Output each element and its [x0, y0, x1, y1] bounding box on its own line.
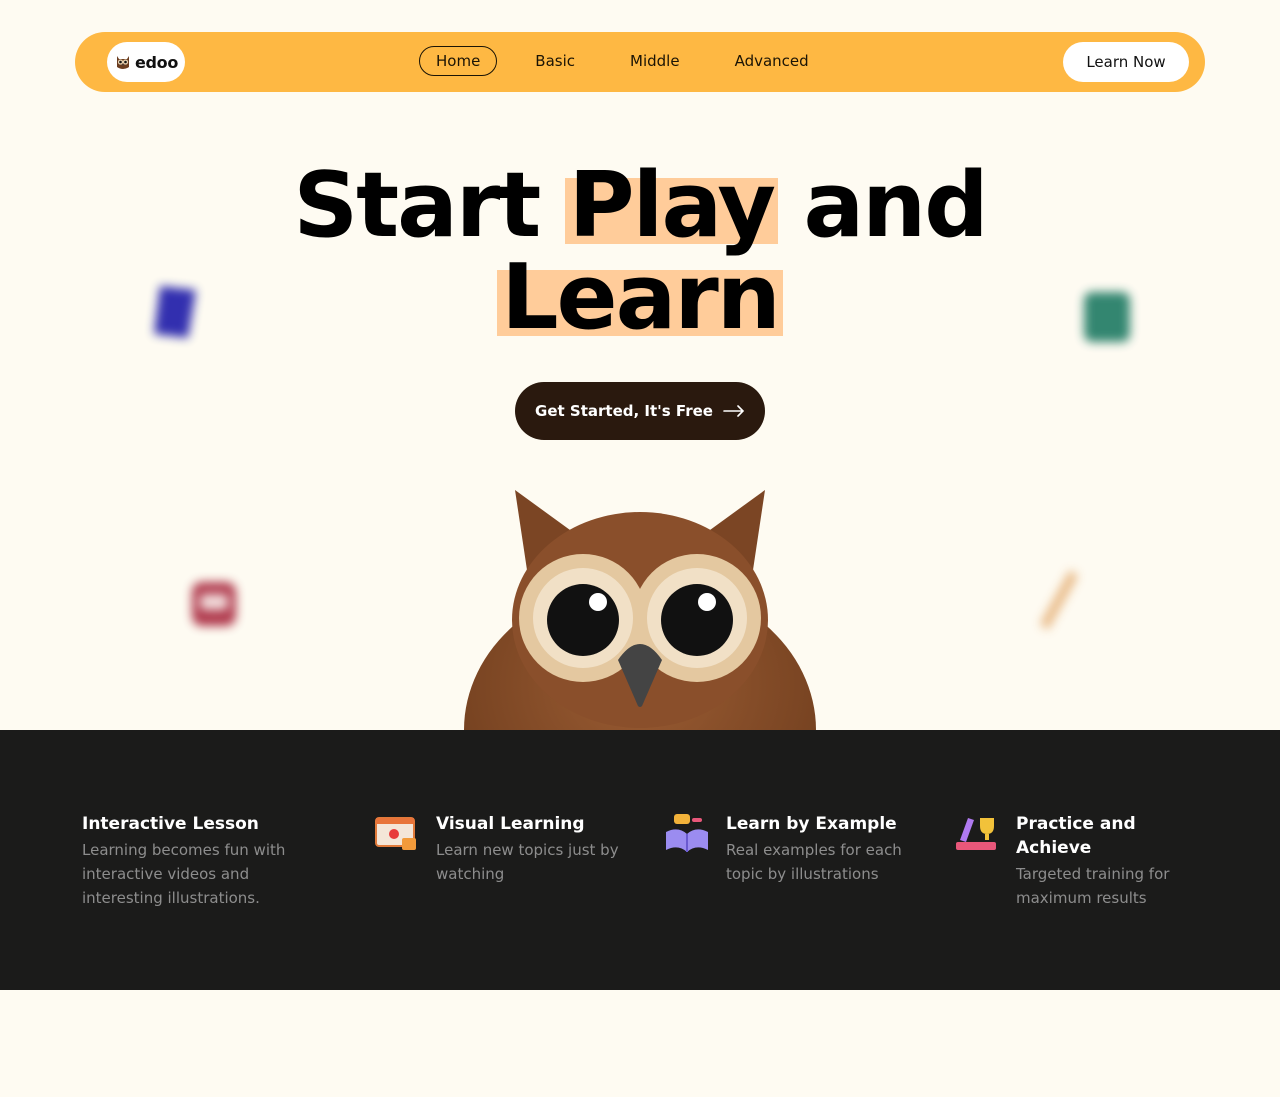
- feature-description: Real examples for each topic by illustra…: [726, 841, 902, 883]
- feature-title: Visual Learning: [436, 814, 585, 834]
- nav-item-advanced[interactable]: Advanced: [718, 46, 826, 76]
- hero-title: Start Play and Learn: [0, 160, 1280, 344]
- learn-now-button[interactable]: Learn Now: [1063, 42, 1189, 82]
- nav-item-basic[interactable]: Basic: [518, 46, 592, 76]
- logo-text: edoo: [134, 52, 179, 72]
- feature-visual-learning: Visual Learning Learn new topics just by…: [436, 812, 636, 886]
- feature-description: Learning becomes fun with interactive vi…: [82, 841, 286, 907]
- logo[interactable]: edoo: [107, 42, 185, 82]
- nav-item-middle[interactable]: Middle: [613, 46, 697, 76]
- feature-learn-by-example: Learn by Example Real examples for each …: [726, 812, 926, 886]
- feature-practice-and-achieve: Practice and Achieve Targeted training f…: [1016, 812, 1216, 910]
- top-navbar: edoo Home Basic Middle Advanced Learn No…: [75, 32, 1205, 92]
- feature-interactive-lesson: Interactive Lesson Learning becomes fun …: [82, 812, 332, 910]
- arrow-right-icon: [723, 405, 745, 417]
- video-lesson-icon: [375, 817, 416, 850]
- feature-title: Learn by Example: [726, 814, 897, 834]
- get-started-button[interactable]: Get Started, It's Free: [515, 382, 765, 440]
- hero-word-play-highlighted: Play: [564, 153, 779, 258]
- get-started-label: Get Started, It's Free: [535, 402, 713, 420]
- feature-description: Targeted training for maximum results: [1016, 865, 1170, 907]
- backpack-icon: [192, 582, 236, 626]
- nav-item-home[interactable]: Home: [419, 46, 498, 76]
- feature-title: Practice and Achieve: [1016, 814, 1136, 858]
- feature-title: Interactive Lesson: [82, 814, 259, 834]
- owl-mascot: [460, 480, 820, 730]
- main-menu: Home Basic Middle Advanced: [419, 46, 847, 76]
- hero-word-and: and: [803, 153, 988, 258]
- features-section: Interactive Lesson Learning becomes fun …: [0, 730, 1280, 990]
- feature-description: Learn new topics just by watching: [436, 841, 619, 883]
- trophy-books-icon: [956, 818, 996, 850]
- hero-word-learn-highlighted: Learn: [497, 245, 783, 350]
- owl-logo-icon: [116, 56, 129, 69]
- hero-word-start: Start: [293, 153, 541, 258]
- open-book-icon: [666, 814, 708, 852]
- pencil-icon: [1040, 570, 1078, 630]
